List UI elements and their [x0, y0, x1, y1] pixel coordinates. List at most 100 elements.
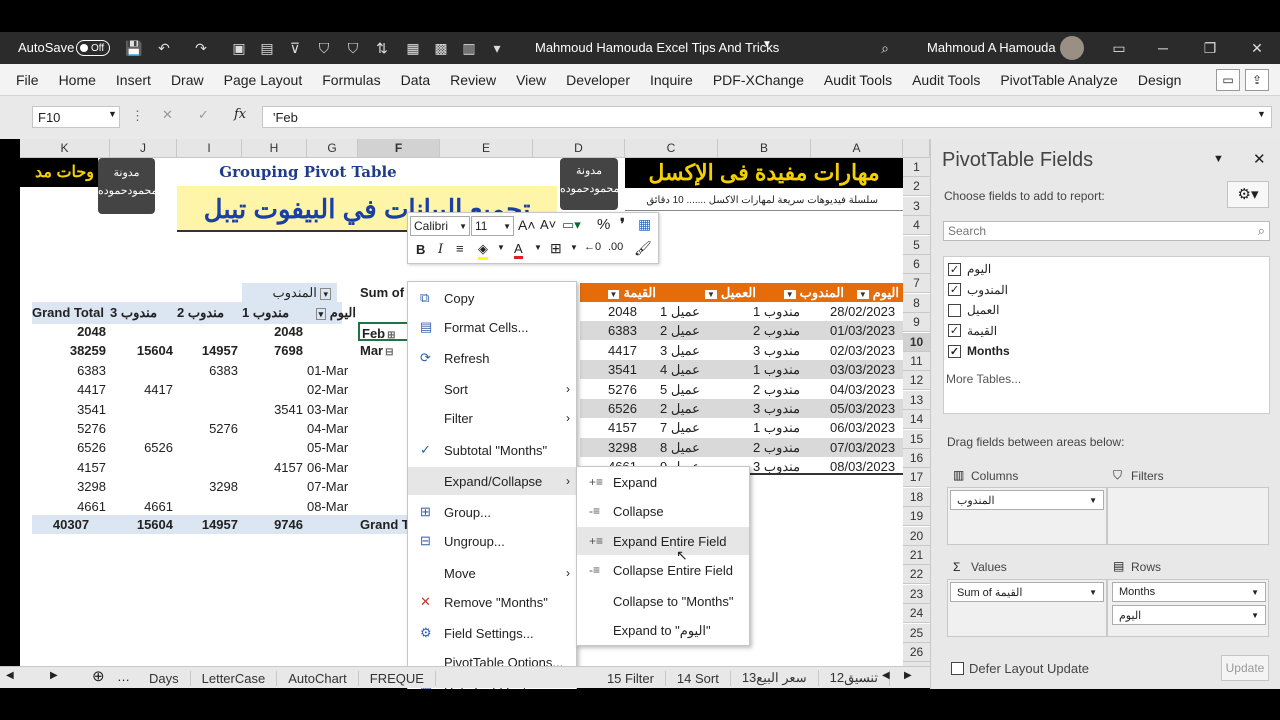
avatar[interactable]: [1060, 36, 1084, 60]
context-menu-item-expand-collapse[interactable]: Expand/Collapse ›: [408, 467, 578, 495]
currency-icon[interactable]: ▭▾: [562, 217, 581, 233]
rows-field-pill-months[interactable]: Months ▼: [1112, 582, 1266, 602]
context-menu-item-field-settings[interactable]: ⚙ Field Settings...: [408, 619, 578, 647]
scroll-prev-sheet-icon[interactable]: ◀: [6, 670, 14, 681]
tools-gear-icon[interactable]: ⚙▾: [1227, 181, 1269, 208]
minimize-icon[interactable]: ─: [1152, 38, 1174, 58]
tab-review[interactable]: Review: [440, 72, 506, 88]
sort-icon[interactable]: ⇅: [371, 38, 393, 58]
expand-formula-icon[interactable]: ▼: [1257, 109, 1266, 119]
context-menu-item-copy[interactable]: ⧉ Copy: [408, 284, 578, 312]
filter-remove-icon[interactable]: ⛉: [342, 38, 364, 58]
context-menu-item-group[interactable]: ⊞ Group...: [408, 498, 578, 526]
pivot-col-field[interactable]: المندوب ▾: [242, 283, 337, 302]
col-header-c[interactable]: C: [625, 139, 718, 158]
pane-close-icon[interactable]: ✕: [1253, 150, 1266, 168]
sheet-tab[interactable]: 14 Sort: [666, 670, 731, 686]
tab-page-layout[interactable]: Page Layout: [214, 72, 313, 88]
rows-area[interactable]: Months ▼ اليوم ▼: [1107, 579, 1269, 637]
fill-color-icon[interactable]: ◈: [478, 241, 488, 260]
pivot-header-day[interactable]: ▾ اليوم: [308, 303, 358, 322]
col-header-h[interactable]: H: [242, 139, 307, 158]
select-all-corner[interactable]: [903, 139, 930, 158]
restore-icon[interactable]: ❐: [1199, 38, 1221, 58]
col-header-i[interactable]: I: [177, 139, 242, 158]
row-header-11[interactable]: 11: [903, 352, 930, 371]
sheet-tab[interactable]: 15 Filter: [596, 670, 666, 686]
field-item[interactable]: ✓ اليوم: [948, 262, 991, 276]
col-header-d[interactable]: D: [533, 139, 625, 158]
submenu-item-5[interactable]: Expand to "اليوم": [577, 617, 749, 645]
font-color-dropdown-icon[interactable]: ▼: [534, 243, 542, 252]
row-header-14[interactable]: 14: [903, 410, 930, 430]
column-filter-icon[interactable]: ▼: [607, 290, 620, 299]
columns-field-pill[interactable]: المندوب ▼: [950, 490, 1104, 510]
pane-options-icon[interactable]: ▼: [1213, 153, 1224, 165]
context-menu-item-filter[interactable]: Filter ›: [408, 404, 578, 432]
row-header-25[interactable]: 25: [903, 623, 930, 643]
sheet-tab[interactable]: LetterCase: [191, 670, 278, 686]
align-center-icon[interactable]: ≡: [456, 241, 464, 256]
tab-pdf-xchange[interactable]: PDF-XChange: [703, 72, 814, 88]
picture-icon[interactable]: ▣: [228, 38, 250, 58]
row-header-4[interactable]: 4: [903, 216, 930, 236]
columns-area[interactable]: المندوب ▼: [947, 487, 1107, 545]
context-menu-item-subtotal-months[interactable]: ✓ Subtotal "Months": [408, 436, 578, 464]
undo-icon[interactable]: ↶: [153, 38, 175, 58]
fx-icon[interactable]: fx: [234, 107, 246, 122]
row-header-18[interactable]: 18: [903, 487, 930, 507]
decrease-font-icon[interactable]: A˅: [540, 217, 556, 232]
share-icon[interactable]: ⇪: [1245, 69, 1269, 91]
font-size-box[interactable]: 11 ▼: [471, 216, 514, 236]
ribbon-options-icon[interactable]: ▭: [1108, 38, 1130, 58]
table-icon[interactable]: ▥: [458, 38, 480, 58]
context-menu-item-ungroup[interactable]: ⊟ Ungroup...: [408, 527, 578, 555]
document-title[interactable]: Mahmoud Hamouda Excel Tips And Tricks: [535, 40, 779, 55]
expand-icon[interactable]: ⊞: [387, 330, 395, 339]
font-size-dropdown-icon[interactable]: ▼: [503, 222, 511, 231]
font-name-box[interactable]: Calibri ▼: [410, 216, 470, 236]
tab-draw[interactable]: Draw: [161, 72, 214, 88]
tab-design[interactable]: Design: [1128, 72, 1192, 88]
unchecked-checkbox-icon[interactable]: [948, 303, 961, 317]
search-icon[interactable]: ⌕: [874, 38, 896, 58]
redo-icon[interactable]: ↷: [190, 38, 212, 58]
collapse-icon[interactable]: ⊟: [385, 347, 393, 358]
percent-icon[interactable]: %: [597, 216, 610, 233]
tab-audit-tools-2[interactable]: Audit Tools: [902, 72, 990, 88]
tab-data[interactable]: Data: [391, 72, 441, 88]
context-menu-item-sort[interactable]: Sort ›: [408, 375, 578, 403]
table-header-cell[interactable]: المندوب▼: [764, 283, 848, 302]
font-dropdown-icon[interactable]: ▼: [459, 222, 467, 231]
row-header-1[interactable]: 1: [903, 158, 930, 177]
tab-file[interactable]: File: [0, 72, 49, 88]
field-item[interactable]: ✓ القيمة: [948, 324, 997, 338]
filters-area[interactable]: [1107, 487, 1269, 545]
column-filter-icon[interactable]: ▼: [783, 290, 796, 299]
row-header-17[interactable]: 17: [903, 468, 930, 488]
cancel-icon[interactable]: ✕: [162, 107, 173, 123]
tab-home[interactable]: Home: [49, 72, 106, 88]
tab-scroll-left-icon[interactable]: ◀: [882, 670, 890, 681]
row-header-26[interactable]: 26: [903, 643, 930, 662]
submenu-item-1[interactable]: -≡ Collapse: [577, 497, 749, 525]
tab-audit-tools-1[interactable]: Audit Tools: [814, 72, 902, 88]
col-header-f[interactable]: F: [358, 139, 440, 158]
sheet-tab[interactable]: AutoChart: [277, 670, 359, 686]
update-button[interactable]: Update: [1221, 655, 1269, 681]
tab-insert[interactable]: Insert: [106, 72, 161, 88]
row-header-21[interactable]: 21: [903, 546, 930, 565]
comments-icon[interactable]: ▭: [1216, 69, 1240, 91]
sheet-tab[interactable]: 13سعر البيع: [731, 670, 819, 686]
values-field-dropdown-icon[interactable]: ▼: [1089, 588, 1097, 597]
rows-field-pill-day[interactable]: اليوم ▼: [1112, 605, 1266, 625]
row-header-6[interactable]: 6: [903, 255, 930, 274]
form-icon[interactable]: ▤: [256, 38, 278, 58]
checked-checkbox-icon[interactable]: ✓: [948, 324, 961, 337]
submenu-item-2[interactable]: +≡ Expand Entire Field: [577, 527, 749, 555]
context-menu-item-move[interactable]: Move ›: [408, 559, 578, 587]
row-header-13[interactable]: 13: [903, 390, 930, 410]
values-field-pill[interactable]: Sum of القيمة ▼: [950, 582, 1104, 602]
name-box-dropdown-icon[interactable]: ▼: [108, 109, 117, 119]
format-painter-icon[interactable]: 🖌: [634, 240, 652, 257]
